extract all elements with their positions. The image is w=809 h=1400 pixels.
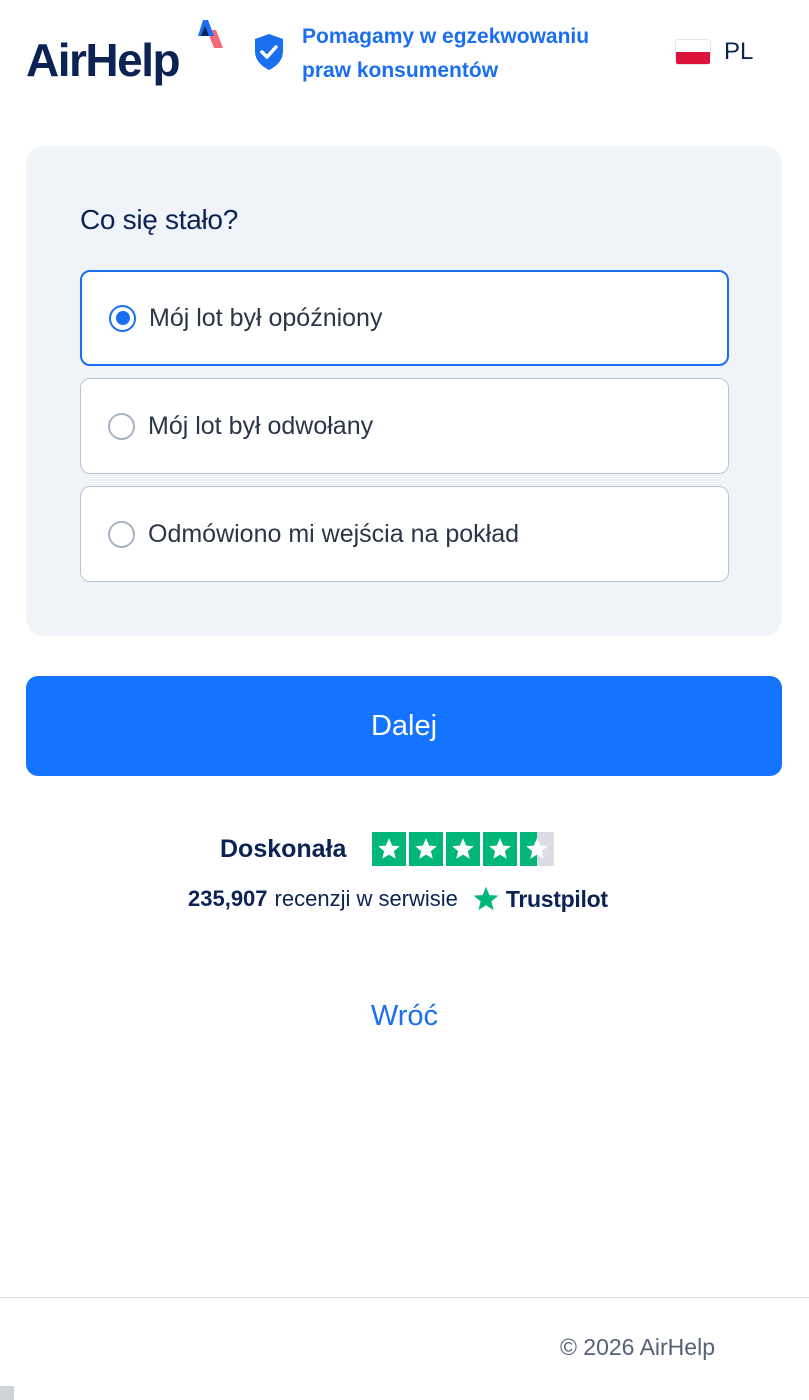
language-code: PL [724,38,754,65]
next-button[interactable]: Dalej [26,676,782,776]
copyright: © 2026 AirHelp [559,1334,715,1360]
radio-button[interactable] [108,412,135,440]
radio-button[interactable] [108,520,135,548]
poland-flag-icon [676,40,710,64]
review-count: 235,907 [188,886,268,911]
corner-scroll-indicator [0,1386,14,1400]
option-denied-boarding[interactable]: Odmówiono mi wejścia na pokład [80,486,729,582]
shield-check-icon [255,34,283,70]
star-icon [483,832,518,866]
site-header: AirHelp Pomagamy w egzekwowaniu praw kon… [0,0,809,110]
option-label: Odmówiono mi wejścia na pokład [148,519,520,548]
tagline-line-2: praw konsumentów [302,59,499,82]
star-icon [446,832,481,866]
star-icon [409,832,444,866]
star-icon [372,832,407,866]
airhelp-logo-mark-icon [198,20,223,48]
trustpilot-reviews[interactable]: 235,907 recenzji w serwisie Trustpilot [188,882,608,916]
question-card: Co się stało? Mój lot był opóźniony Mój … [26,146,782,636]
half-star-icon [520,832,555,866]
language-selector[interactable]: PL [676,36,753,68]
review-text: recenzji w serwisie [274,886,458,911]
airhelp-logo[interactable]: AirHelp [26,14,226,94]
option-label: Mój lot był opóźniony [149,303,383,332]
back-link[interactable]: Wróć [0,1000,809,1033]
trustpilot-rating[interactable]: Doskonała [220,832,555,866]
radio-button[interactable] [109,304,136,332]
tagline-line-1: Pomagamy w egzekwowaniu [302,25,590,48]
rating-word: Doskonała [220,834,347,863]
footer-divider [0,1297,809,1298]
trustpilot-brand: Trustpilot [505,885,608,912]
trustpilot-stars [372,832,555,866]
option-delayed[interactable]: Mój lot był opóźniony [80,270,729,366]
option-cancelled[interactable]: Mój lot był odwołany [80,378,729,474]
trustpilot-star-icon [473,886,499,911]
tagline: Pomagamy w egzekwowaniu praw konsumentów [302,20,642,88]
question-title: Co się stało? [80,204,238,235]
option-label: Mój lot był odwołany [148,411,374,440]
logo-text: AirHelp [26,34,181,86]
